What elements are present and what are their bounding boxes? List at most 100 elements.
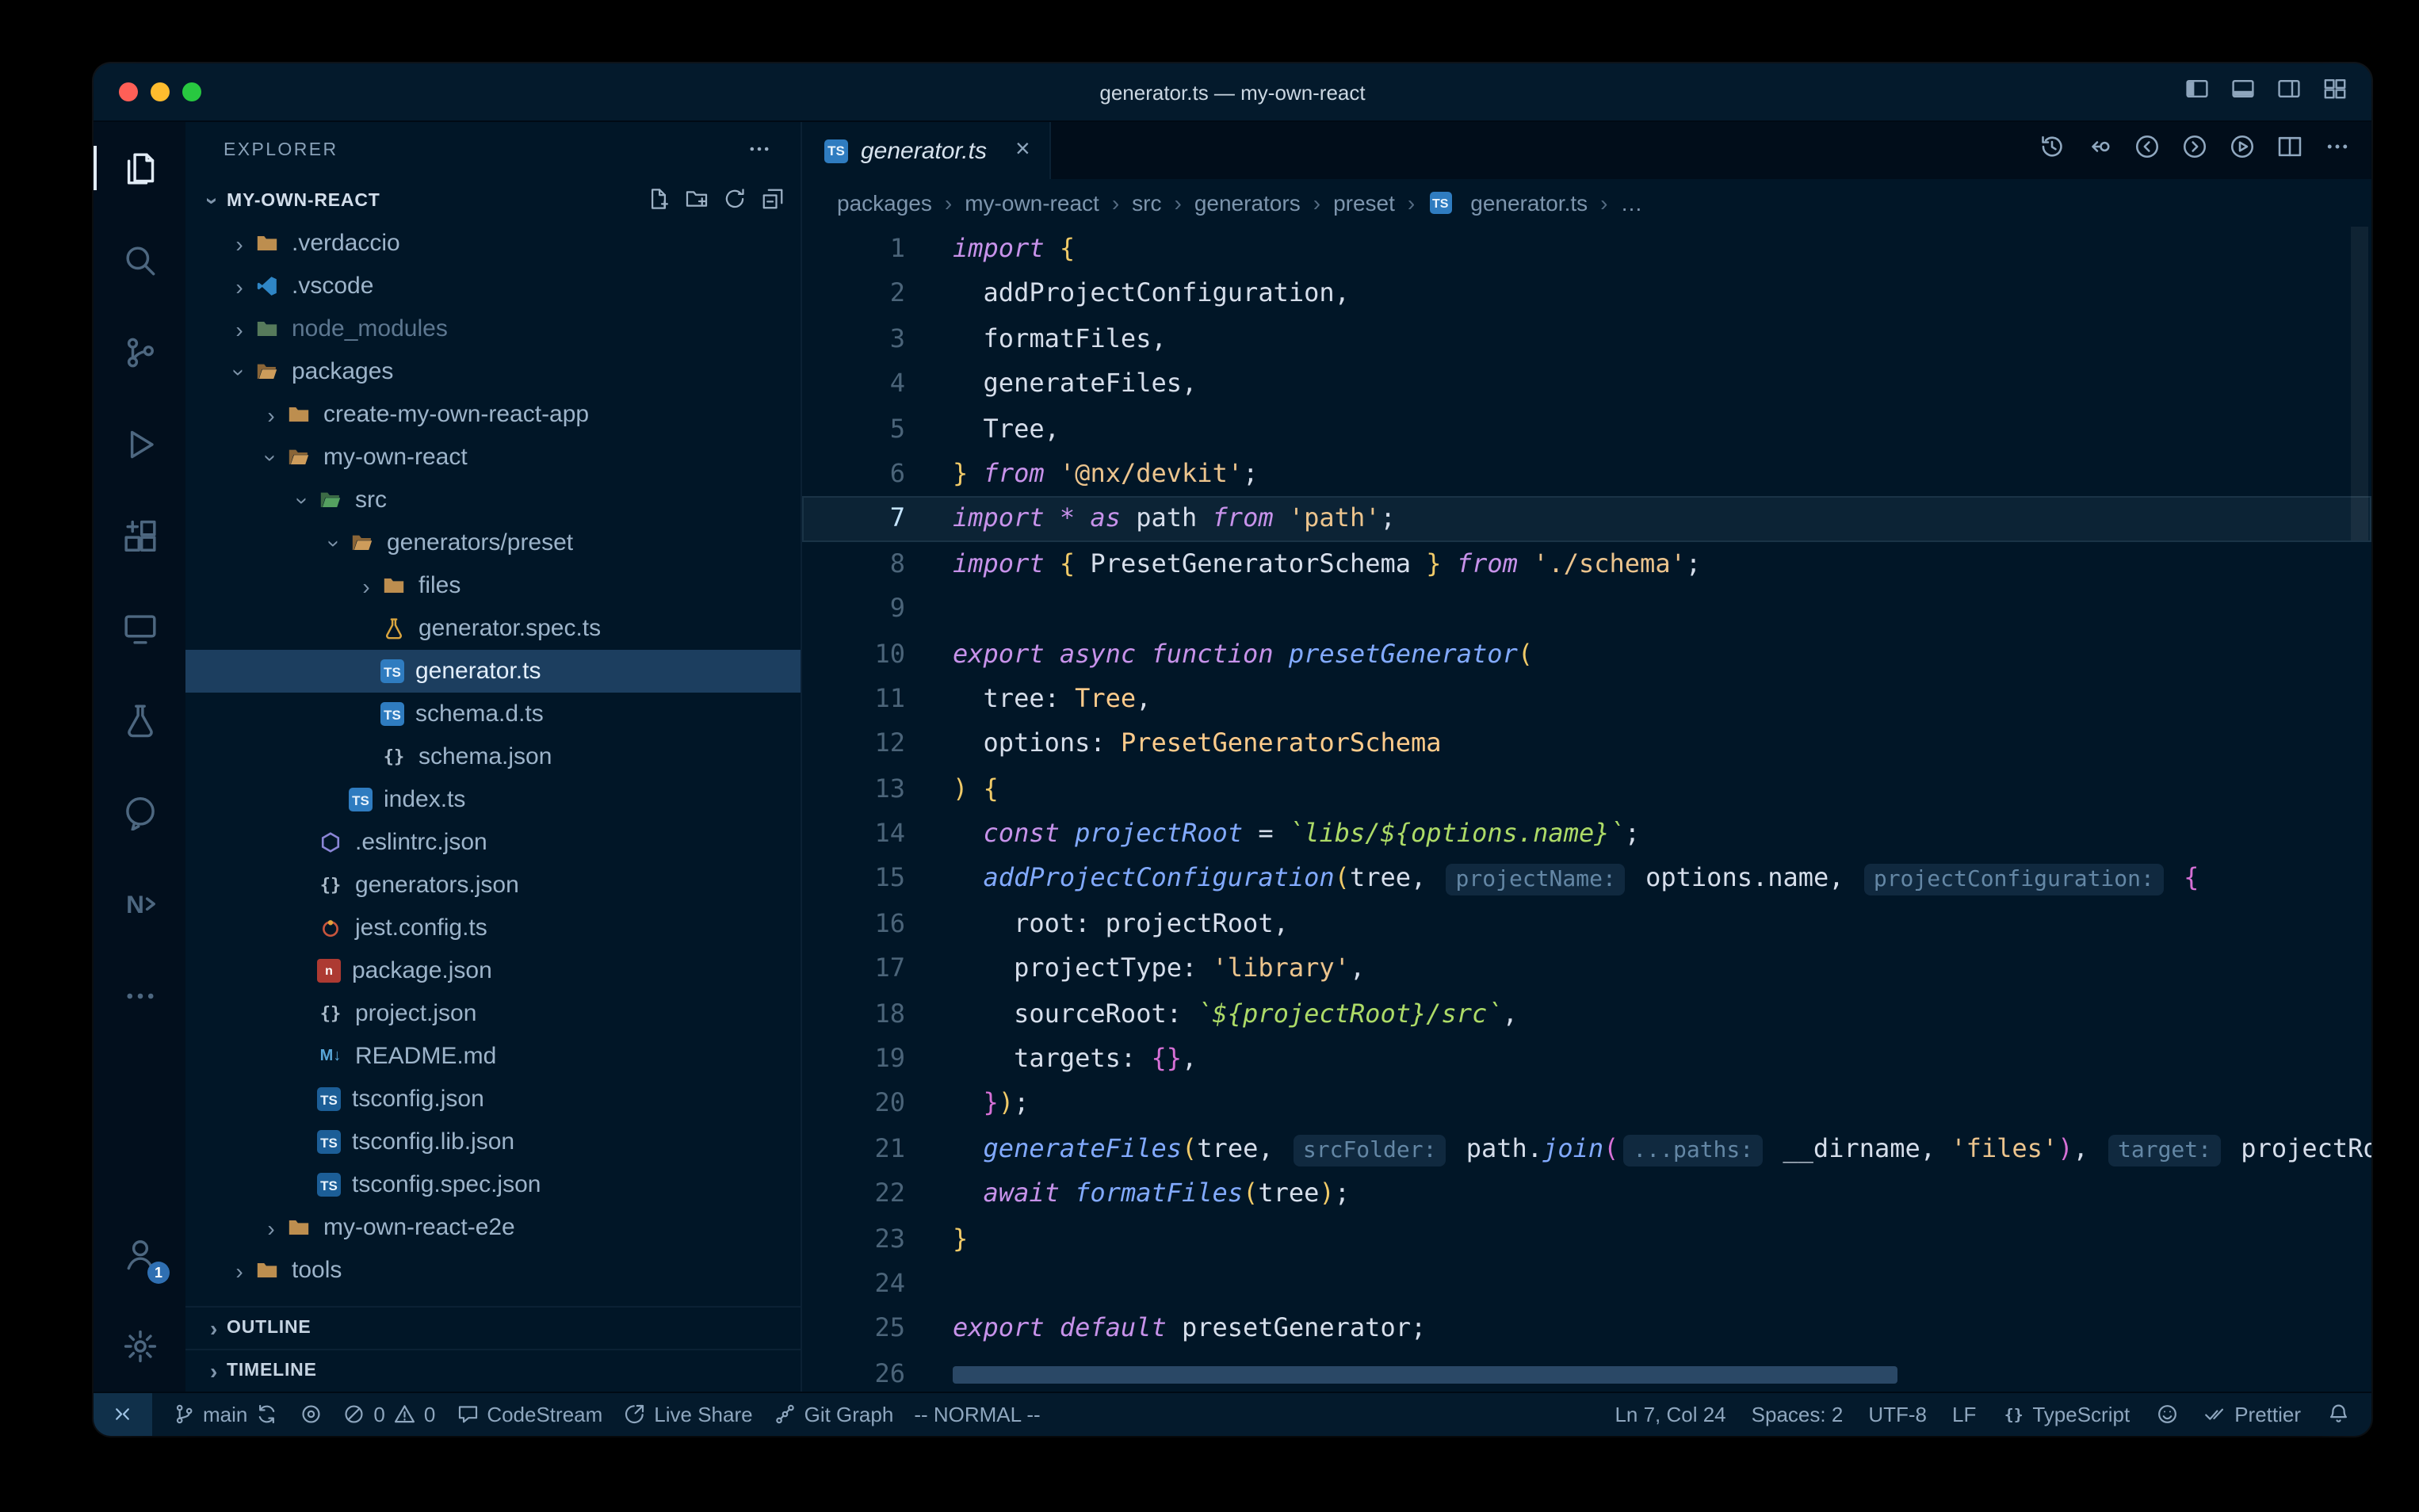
status-gitlens[interactable] — [299, 1393, 322, 1436]
code-line-7[interactable]: 7import * as path from 'path'; — [802, 497, 2371, 542]
activity-bar-testing[interactable] — [94, 674, 185, 766]
new-folder-button[interactable] — [685, 186, 709, 215]
tree-item-create-my-own-react-app[interactable]: create-my-own-react-app — [185, 393, 801, 436]
code-line-17[interactable]: 17 projectType: 'library', — [802, 947, 2371, 992]
activity-bar-search[interactable] — [94, 214, 185, 306]
code-line-2[interactable]: 2 addProjectConfiguration, — [802, 272, 2371, 317]
tree-item-packages[interactable]: packages — [185, 350, 801, 393]
breadcrumb-item-my-own-react[interactable]: my-own-react — [965, 190, 1099, 216]
status-live-share[interactable]: Live Share — [623, 1393, 752, 1436]
code-line-19[interactable]: 19 targets: {}, — [802, 1037, 2371, 1082]
more-editor-actions-button[interactable] — [2324, 133, 2351, 168]
collapse-folders-button[interactable] — [761, 186, 785, 215]
tree-item-schema-json[interactable]: {}schema.json — [185, 735, 801, 778]
breadcrumb-item-preset[interactable]: preset — [1333, 190, 1395, 216]
close-tab-icon[interactable]: × — [1015, 138, 1030, 163]
toggle-primary-sidebar-button[interactable] — [2184, 75, 2210, 109]
code-line-5[interactable]: 5 Tree, — [802, 407, 2371, 452]
horizontal-scrollbar[interactable] — [953, 1366, 1897, 1384]
tree-item-index-ts[interactable]: TSindex.ts — [185, 778, 801, 821]
timeline-section[interactable]: TIMELINE — [185, 1349, 801, 1392]
code-line-8[interactable]: 8import { PresetGeneratorSchema } from '… — [802, 541, 2371, 586]
status-prettier[interactable]: Prettier — [2203, 1403, 2301, 1426]
status-eol[interactable]: LF — [1952, 1403, 1976, 1426]
code-line-11[interactable]: 11 tree: Tree, — [802, 677, 2371, 722]
code-line-12[interactable]: 12 options: PresetGeneratorSchema — [802, 722, 2371, 767]
split-editor-button[interactable] — [2276, 133, 2303, 168]
close-window-button[interactable] — [119, 82, 138, 101]
code-line-20[interactable]: 20 }); — [802, 1082, 2371, 1127]
previous-change-button[interactable] — [2134, 133, 2161, 168]
activity-bar-manage[interactable] — [94, 1300, 185, 1392]
code-line-1[interactable]: 1import { — [802, 227, 2371, 272]
code-line-23[interactable]: 23} — [802, 1216, 2371, 1262]
tree-item-src[interactable]: src — [185, 479, 801, 521]
activity-bar-extensions[interactable] — [94, 490, 185, 582]
code-line-14[interactable]: 14 const projectRoot = `libs/${options.n… — [802, 811, 2371, 857]
activity-bar-run-and-debug[interactable] — [94, 398, 185, 490]
activity-bar-additional-views[interactable] — [94, 949, 185, 1041]
code-line-4[interactable]: 4 generateFiles, — [802, 361, 2371, 407]
status-cursor-position[interactable]: Ln 7, Col 24 — [1615, 1403, 1725, 1426]
tree-item-schema-d-ts[interactable]: TSschema.d.ts — [185, 693, 801, 735]
timeline-history-button[interactable] — [2039, 133, 2066, 168]
titlebar[interactable]: generator.ts — my-own-react — [94, 63, 2371, 122]
status-vim-mode[interactable]: -- NORMAL -- — [914, 1393, 1040, 1436]
run-file-button[interactable] — [2229, 133, 2256, 168]
code-line-9[interactable]: 9 — [802, 586, 2371, 632]
toggle-secondary-sidebar-button[interactable] — [2276, 75, 2302, 109]
new-file-button[interactable] — [647, 186, 671, 215]
toggle-panel-button[interactable] — [2230, 75, 2256, 109]
next-change-button[interactable] — [2181, 133, 2208, 168]
breadcrumb-item-src[interactable]: src — [1132, 190, 1161, 216]
status-git-branch[interactable]: main — [172, 1393, 278, 1436]
outline-section[interactable]: OUTLINE — [185, 1306, 801, 1349]
tree-item-tsconfig-lib-json[interactable]: TStsconfig.lib.json — [185, 1121, 801, 1163]
tree-item-project-json[interactable]: {}project.json — [185, 992, 801, 1035]
tree-item-generators-json[interactable]: {}generators.json — [185, 864, 801, 907]
tree-item-node-modules[interactable]: node_modules — [185, 307, 801, 350]
code-line-18[interactable]: 18 sourceRoot: `${projectRoot}/src`, — [802, 991, 2371, 1037]
code-line-3[interactable]: 3 formatFiles, — [802, 317, 2371, 362]
status-indentation[interactable]: Spaces: 2 — [1752, 1403, 1844, 1426]
tree-item-generator-spec-ts[interactable]: generator.spec.ts — [185, 607, 801, 650]
tree-item-generators-preset[interactable]: generators/preset — [185, 521, 801, 564]
code-line-24[interactable]: 24 — [802, 1262, 2371, 1307]
tree-item-tsconfig-json[interactable]: TStsconfig.json — [185, 1078, 801, 1121]
breadcrumb-symbol-placeholder[interactable]: … — [1620, 190, 1642, 216]
tree-item-files[interactable]: files — [185, 564, 801, 607]
activity-bar-nx-console[interactable]: N — [94, 857, 185, 949]
status-notifications[interactable] — [2326, 1403, 2349, 1426]
breadcrumb-item-generators[interactable]: generators — [1194, 190, 1301, 216]
status-codestream[interactable]: CodeStream — [456, 1393, 602, 1436]
tree-item-generator-ts[interactable]: TSgenerator.ts — [185, 650, 801, 693]
activity-bar-remote-explorer[interactable] — [94, 582, 185, 674]
tree-item--verdaccio[interactable]: .verdaccio — [185, 222, 801, 265]
activity-bar-codestream[interactable] — [94, 766, 185, 857]
refresh-explorer-button[interactable] — [723, 186, 747, 215]
code-line-25[interactable]: 25export default presetGenerator; — [802, 1307, 2371, 1352]
zoom-window-button[interactable] — [182, 82, 201, 101]
tree-item-readme-md[interactable]: M↓README.md — [185, 1035, 801, 1078]
activity-bar-explorer[interactable] — [94, 122, 185, 214]
status-language-mode[interactable]: {}TypeScript — [2001, 1403, 2130, 1426]
tree-item-my-own-react[interactable]: my-own-react — [185, 436, 801, 479]
activity-bar-accounts[interactable]: 1 — [94, 1208, 185, 1300]
tree-item--vscode[interactable]: .vscode — [185, 265, 801, 307]
vertical-scrollbar[interactable] — [2351, 227, 2368, 540]
minimize-window-button[interactable] — [151, 82, 170, 101]
code-line-22[interactable]: 22 await formatFiles(tree); — [802, 1171, 2371, 1216]
status-git-graph[interactable]: Git Graph — [774, 1393, 894, 1436]
tree-item-my-own-react-e2e[interactable]: my-own-react-e2e — [185, 1206, 801, 1249]
customize-layout-button[interactable] — [2322, 75, 2348, 109]
status-encoding[interactable]: UTF-8 — [1868, 1403, 1927, 1426]
workspace-section-header[interactable]: MY-OWN-REACT — [185, 179, 801, 222]
activity-bar-source-control[interactable] — [94, 306, 185, 398]
code-line-21[interactable]: 21 generateFiles(tree, srcFolder: path.j… — [802, 1127, 2371, 1172]
views-more-actions-button[interactable] — [747, 136, 772, 166]
breadcrumb-file[interactable]: TSgenerator.ts — [1427, 190, 1588, 216]
tree-item-package-json[interactable]: npackage.json — [185, 949, 801, 992]
open-changes-button[interactable] — [2086, 133, 2113, 168]
tree-item-jest-config-ts[interactable]: jest.config.ts — [185, 907, 801, 949]
status-problems[interactable]: 00 — [342, 1393, 435, 1436]
